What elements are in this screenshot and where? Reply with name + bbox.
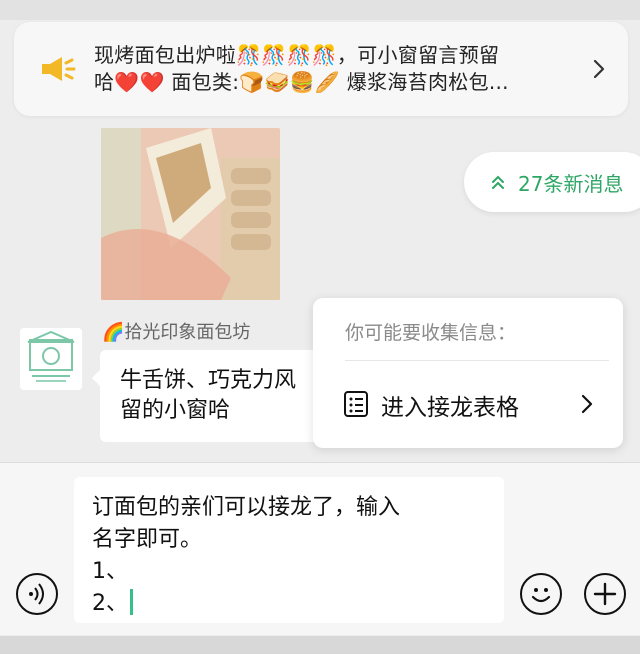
voice-icon (29, 583, 44, 605)
open-solitaire-form-button[interactable]: 进入接龙表格 (337, 376, 619, 428)
input-line-3: 1、 (92, 559, 128, 584)
double-chevron-up-icon (492, 175, 504, 189)
text-caret (130, 589, 133, 615)
bread-photo-image (101, 128, 280, 300)
input-line-4-text: 2、 (92, 591, 128, 616)
message-text: 牛舌饼、巧克力风 留的小窗哈 (120, 366, 330, 426)
input-line-1: 订面包的亲们可以接龙了，输入 (92, 495, 401, 520)
status-strip (0, 0, 640, 20)
more-button[interactable] (584, 573, 626, 615)
emoji-icon (531, 588, 551, 603)
chevron-right-icon (593, 59, 605, 79)
plus-icon (593, 582, 617, 606)
open-solitaire-form-label: 进入接龙表格 (381, 395, 519, 421)
list-icon (344, 391, 368, 417)
chevron-right-icon (581, 394, 593, 414)
emoji-button[interactable] (520, 573, 562, 615)
announcement-line-2: 哈❤️❤️ 面包类:🍞🥪🍔🥖 爆浆海苔肉松包... (94, 70, 509, 94)
message-bubble[interactable]: 牛舌饼、巧克力风 留的小窗哈 (92, 350, 340, 442)
message-line-1: 牛舌饼、巧克力风 (120, 368, 297, 393)
new-messages-label: 27条新消息 (518, 172, 624, 196)
announcement-line-1: 现烤面包出炉啦🎊🎊🎊🎊，可小窗留言预留 (94, 43, 500, 67)
group-announcement-banner[interactable]: 现烤面包出炉啦🎊🎊🎊🎊，可小窗留言预留 哈❤️❤️ 面包类:🍞🥪🍔🥖 爆浆海苔肉… (14, 22, 628, 116)
voice-button[interactable] (16, 573, 58, 615)
sender-name: 🌈拾光印象面包坊 (102, 322, 251, 343)
bread-photo-message[interactable] (101, 128, 280, 300)
collect-info-popup: 你可能要收集信息： 进入接龙表格 (313, 298, 623, 448)
message-line-2: 留的小窗哈 (120, 398, 231, 423)
input-line-2: 名字即可。 (92, 527, 203, 552)
shop-logo-icon (20, 328, 82, 390)
announcement-text: 现烤面包出炉啦🎊🎊🎊🎊，可小窗留言预留 哈❤️❤️ 面包类:🍞🥪🍔🥖 爆浆海苔肉… (94, 42, 584, 96)
popup-title: 你可能要收集信息： (345, 322, 517, 344)
avatar[interactable] (20, 328, 82, 390)
speaker-icon (42, 57, 76, 81)
bottom-strip (0, 636, 640, 654)
popup-divider (345, 360, 609, 361)
new-messages-pill[interactable]: 27条新消息 (464, 152, 640, 212)
input-bar: 订面包的亲们可以接龙了，输入 名字即可。 1、 2、 (0, 462, 640, 635)
input-line-4: 2、 (92, 585, 133, 617)
message-input[interactable]: 订面包的亲们可以接龙了，输入 名字即可。 1、 2、 (74, 477, 504, 623)
